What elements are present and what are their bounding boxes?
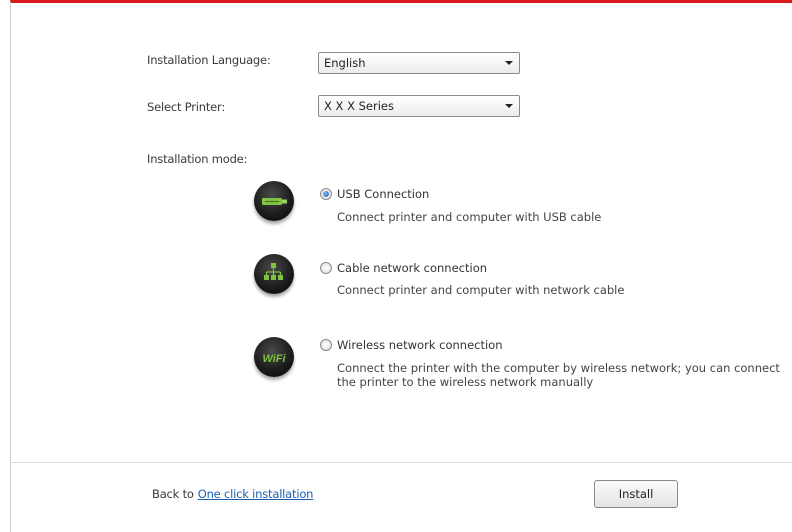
wifi-icon-text: WiFi (262, 353, 286, 365)
network-cable-icon (254, 254, 294, 294)
usb-connection-radio[interactable] (320, 188, 332, 200)
install-button[interactable]: Install (594, 480, 678, 508)
wireless-network-radio[interactable] (320, 339, 332, 351)
chevron-down-icon (505, 104, 513, 108)
wifi-icon: WiFi (254, 337, 294, 377)
installation-language-label: Installation Language: (147, 53, 271, 67)
cable-network-title[interactable]: Cable network connection (337, 261, 487, 275)
back-to-label: Back to (152, 487, 194, 501)
usb-connection-title[interactable]: USB Connection (337, 187, 429, 201)
language-select-value: English (324, 56, 366, 70)
printer-select-value: X X X Series (324, 99, 394, 113)
wireless-description-line-1: Connect the printer with the computer by… (337, 361, 780, 375)
back-to-row: Back to One click installation (152, 487, 313, 501)
wireless-network-description: Connect the printer with the computer by… (337, 361, 780, 389)
usb-icon (254, 181, 294, 221)
usb-connection-description: Connect printer and computer with USB ca… (337, 210, 602, 224)
installation-mode-label: Installation mode: (147, 152, 248, 166)
printer-select[interactable]: X X X Series (318, 95, 520, 117)
cable-network-radio[interactable] (320, 262, 332, 274)
wireless-network-title[interactable]: Wireless network connection (337, 338, 503, 352)
language-select[interactable]: English (318, 52, 520, 74)
wireless-description-line-2: the printer to the wireless network manu… (337, 375, 594, 389)
footer-divider (10, 462, 792, 463)
cable-network-description: Connect printer and computer with networ… (337, 283, 625, 297)
select-printer-label: Select Printer: (147, 100, 226, 114)
chevron-down-icon (505, 61, 513, 65)
one-click-installation-link[interactable]: One click installation (198, 487, 314, 501)
